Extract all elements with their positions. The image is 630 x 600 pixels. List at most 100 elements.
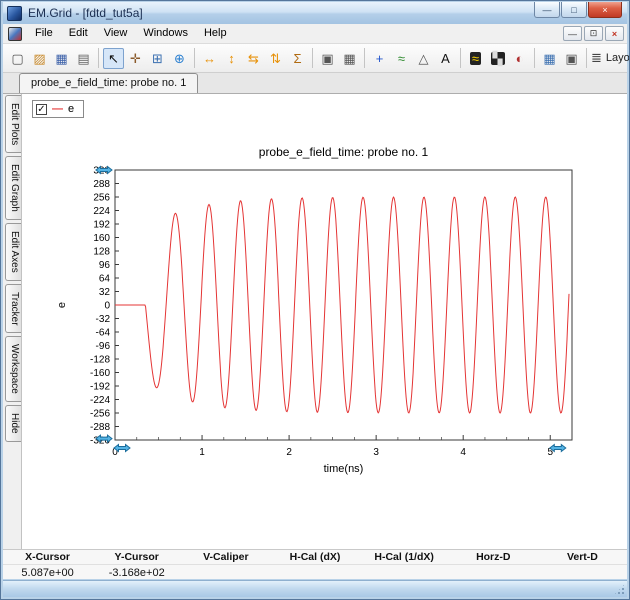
tile-windows-icon: ▦ [343, 50, 356, 66]
svg-text:160: 160 [93, 233, 110, 244]
toolbar-separator [364, 48, 365, 68]
layout-button[interactable]: ≣Layou [591, 50, 629, 66]
signal-trace [115, 196, 570, 414]
cascade-windows-button[interactable]: ▣ [317, 48, 338, 69]
menu-view[interactable]: View [96, 24, 136, 43]
readout-value-x-cursor: 5.087e+00 [21, 566, 74, 579]
markers-button[interactable]: △ [413, 48, 434, 69]
svg-text:96: 96 [99, 260, 111, 271]
svg-text:128: 128 [93, 247, 110, 258]
sidebar-tab-edit-plots[interactable]: Edit Plots [5, 95, 21, 154]
scroll-vertical-button[interactable]: ⇅ [265, 48, 286, 69]
legend-line-swatch: — [52, 103, 63, 115]
menu-windows[interactable]: Windows [135, 24, 196, 43]
svg-text:192: 192 [93, 220, 110, 231]
status-bar [3, 580, 627, 597]
menu-edit[interactable]: Edit [61, 24, 96, 43]
add-cursor-button[interactable]: + [369, 48, 390, 69]
plot-canvas-area: ✓ — e probe_e_field_time: probe no. 1 e time… [21, 94, 627, 549]
close-button[interactable]: × [588, 2, 622, 18]
resize-grip-icon[interactable] [613, 583, 626, 596]
menu-items: File Edit View Windows Help [27, 24, 235, 43]
tab-probe-e-field-time[interactable]: probe_e_field_time: probe no. 1 [19, 73, 199, 93]
app-window: EM.Grid - [fdtd_tut5a] — □ × File Edit Vie… [0, 0, 630, 600]
sidebar-tab-edit-axes[interactable]: Edit Axes [5, 223, 21, 281]
save-button[interactable]: ▦ [51, 48, 72, 69]
readout-header-h-cal-dx: H-Cal (dX) [270, 550, 360, 565]
toolbar-separator [460, 48, 461, 68]
svg-text:4: 4 [460, 447, 466, 458]
toolbar: ▢ ▨ ▦ ▤ ↖ ✛ ⊞ ⊕ ↔ ↕ ⇆ ⇅ Σ ▣ ▦ + ≈ △ A ≈ ▚ ◐ ▦ ▣ ≣Layou [3, 44, 629, 73]
sidebar-vertical-tabs: Edit Plots Edit Graph Edit Axes Tracker Work… [3, 94, 21, 549]
curve-fit-button[interactable]: ≈ [391, 48, 412, 69]
curve-fit-icon: ≈ [397, 50, 406, 66]
menu-help[interactable]: Help [196, 24, 235, 43]
tile-windows-button[interactable]: ▦ [339, 48, 360, 69]
sidebar-tab-edit-graph[interactable]: Edit Graph [5, 156, 21, 221]
pan-hand-button[interactable]: ✛ [125, 48, 146, 69]
maximize-button[interactable]: □ [561, 2, 587, 18]
zoom-window-button[interactable]: ⊞ [147, 48, 168, 69]
svg-text:64: 64 [99, 274, 111, 285]
document-icon [8, 26, 22, 41]
legend-label: e [68, 103, 75, 115]
svg-text:-32: -32 [96, 314, 111, 325]
y-axis-label: e [56, 302, 68, 308]
spectrum-icon: ▚ [490, 50, 505, 66]
svg-text:-96: -96 [96, 341, 111, 352]
cascade-windows-icon: ▣ [321, 50, 334, 66]
cursor-readout-table: X-Cursor Y-Cursor V-Caliper H-Cal (dX) H-Cal… [3, 549, 627, 579]
scroll-horizontal-icon: ⇆ [248, 50, 259, 66]
svg-text:-160: -160 [90, 368, 110, 379]
svg-text:32: 32 [99, 287, 111, 298]
fit-vertical-button[interactable]: ↕ [221, 48, 242, 69]
mdi-restore-button[interactable]: ⊡ [584, 26, 603, 41]
svg-text:224: 224 [93, 206, 110, 217]
open-folder-button[interactable]: ▨ [29, 48, 50, 69]
x-origin-handle[interactable] [113, 443, 131, 453]
plot-area[interactable]: probe_e_field_time: probe no. 1 e time(ns)… [47, 136, 612, 491]
title-bar[interactable]: EM.Grid - [fdtd_tut5a] — □ × [3, 2, 627, 24]
zoom-window-icon: ⊞ [152, 50, 163, 66]
autoscale-icon: Σ [293, 50, 302, 66]
new-file-button[interactable]: ▢ [7, 48, 28, 69]
readout-header-y-cursor: Y-Cursor [92, 550, 182, 565]
scroll-horizontal-button[interactable]: ⇆ [243, 48, 264, 69]
sidebar-tab-workspace[interactable]: Workspace [5, 336, 21, 403]
app-icon [7, 5, 22, 21]
phase-plot-button[interactable]: ◐ [509, 48, 530, 69]
autoscale-button[interactable]: Σ [287, 48, 308, 69]
menu-file[interactable]: File [27, 24, 61, 43]
svg-text:3: 3 [373, 447, 379, 458]
zoom-in-icon: ⊕ [174, 50, 185, 66]
svg-text:2: 2 [286, 447, 292, 458]
sidebar-tab-hide[interactable]: Hide [5, 405, 21, 442]
legend-toggle-button[interactable]: ▣ [561, 48, 582, 69]
mdi-close-button[interactable]: × [605, 26, 624, 41]
readout-value-vert-d [538, 565, 627, 580]
zoom-in-button[interactable]: ⊕ [169, 48, 190, 69]
new-file-icon: ▢ [11, 50, 24, 66]
svg-text:288: 288 [93, 179, 110, 190]
spectrum-button[interactable]: ▚ [487, 48, 508, 69]
svg-text:-128: -128 [90, 355, 110, 366]
grid-toggle-button[interactable]: ▦ [539, 48, 560, 69]
pan-hand-icon: ✛ [130, 50, 141, 66]
legend-checkbox[interactable]: ✓ [36, 103, 47, 115]
phase-plot-icon: ◐ [515, 50, 524, 66]
document-tab-bar: probe_e_field_time: probe no. 1 [3, 73, 627, 94]
x-cursor-handle[interactable] [548, 443, 567, 453]
fit-horizontal-button[interactable]: ↔ [199, 48, 220, 69]
mdi-minimize-button[interactable]: — [563, 26, 582, 41]
text-annotation-button[interactable]: A [435, 48, 456, 69]
sidebar-tab-tracker[interactable]: Tracker [5, 283, 21, 334]
fft-button[interactable]: ≈ [465, 48, 486, 69]
select-cursor-button[interactable]: ↖ [103, 47, 124, 69]
readout-header-v-caliper: V-Caliper [181, 550, 271, 565]
legend-toggle-icon: ▣ [565, 50, 578, 66]
print-button[interactable]: ▤ [73, 48, 94, 69]
toolbar-separator [194, 48, 195, 68]
readout-value-y-cursor: -3.168e+02 [108, 566, 165, 579]
fit-horizontal-icon: ↔ [203, 50, 216, 66]
minimize-button[interactable]: — [534, 2, 560, 18]
